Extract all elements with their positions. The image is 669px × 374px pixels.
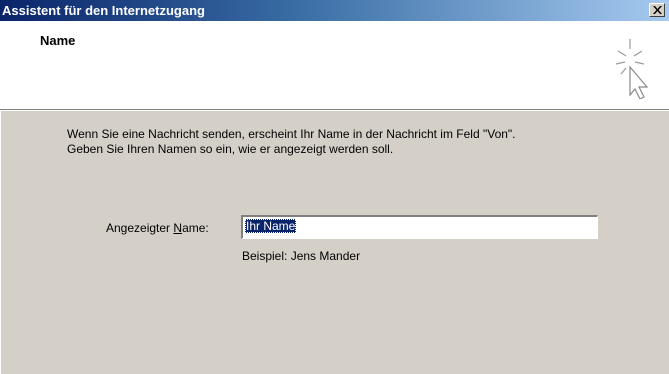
header-separator — [0, 110, 669, 111]
window-title: Assistent für den Internetzugang — [2, 3, 205, 18]
display-name-label: Angezeigter Name: — [106, 221, 209, 235]
display-name-value: Ihr Name — [245, 219, 297, 233]
title-bar[interactable]: Assistent für den Internetzugang — [0, 0, 669, 21]
wizard-cursor-icon — [615, 39, 649, 99]
page-title: Name — [40, 33, 76, 48]
close-icon — [652, 6, 662, 14]
example-text: Beispiel: Jens Mander — [242, 249, 361, 263]
wizard-header: Name — [0, 21, 669, 110]
window-edge — [0, 110, 1, 374]
close-button[interactable] — [649, 3, 665, 17]
description-line-1: Wenn Sie eine Nachricht senden, erschein… — [67, 127, 516, 141]
display-name-input[interactable]: Ihr Name — [240, 214, 599, 240]
description: Wenn Sie eine Nachricht senden, erschein… — [67, 127, 647, 157]
description-line-2: Geben Sie Ihren Namen so ein, wie er ang… — [67, 142, 394, 156]
